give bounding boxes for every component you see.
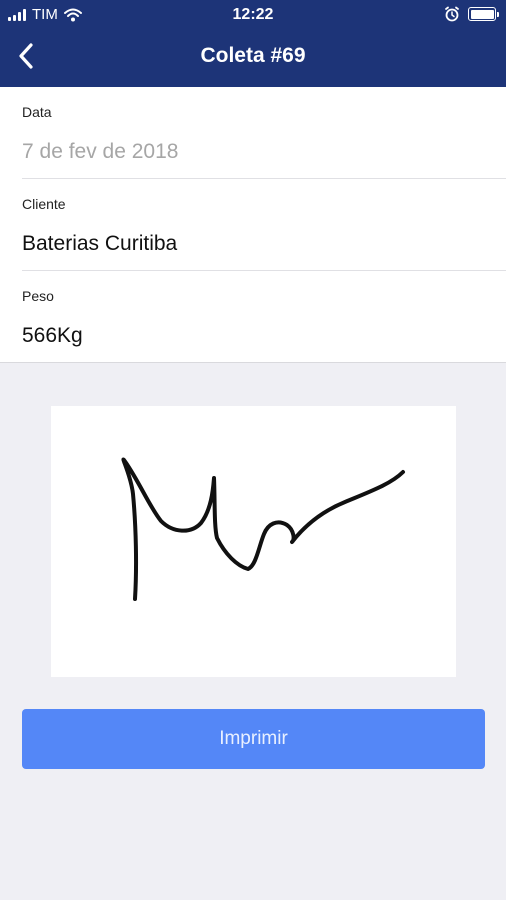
client-field[interactable]: Cliente Baterias Curitiba (22, 179, 506, 271)
page-title: Coleta #69 (200, 44, 306, 67)
client-value: Baterias Curitiba (22, 232, 178, 255)
date-label: Data (22, 104, 52, 120)
weight-field[interactable]: Peso 566Kg (22, 271, 506, 363)
details-form: Data 7 de fev de 2018 Cliente Baterias C… (0, 87, 506, 363)
signature-pad[interactable] (51, 406, 456, 677)
weight-label: Peso (22, 288, 54, 304)
date-value: 7 de fev de 2018 (22, 140, 179, 163)
client-label: Cliente (22, 196, 66, 212)
status-right (444, 6, 499, 22)
status-time: 12:22 (232, 6, 274, 23)
print-button[interactable]: Imprimir (22, 709, 485, 769)
status-bar: TIM 12:22 (0, 0, 506, 30)
nav-bar: Coleta #69 (0, 30, 506, 87)
battery-icon (468, 7, 499, 21)
signature-stroke (121, 457, 405, 601)
alarm-icon (445, 6, 459, 22)
top-bar: TIM 12:22 Coleta #69 (0, 0, 506, 87)
weight-value: 566Kg (22, 324, 83, 347)
date-field[interactable]: Data 7 de fev de 2018 (22, 87, 506, 179)
